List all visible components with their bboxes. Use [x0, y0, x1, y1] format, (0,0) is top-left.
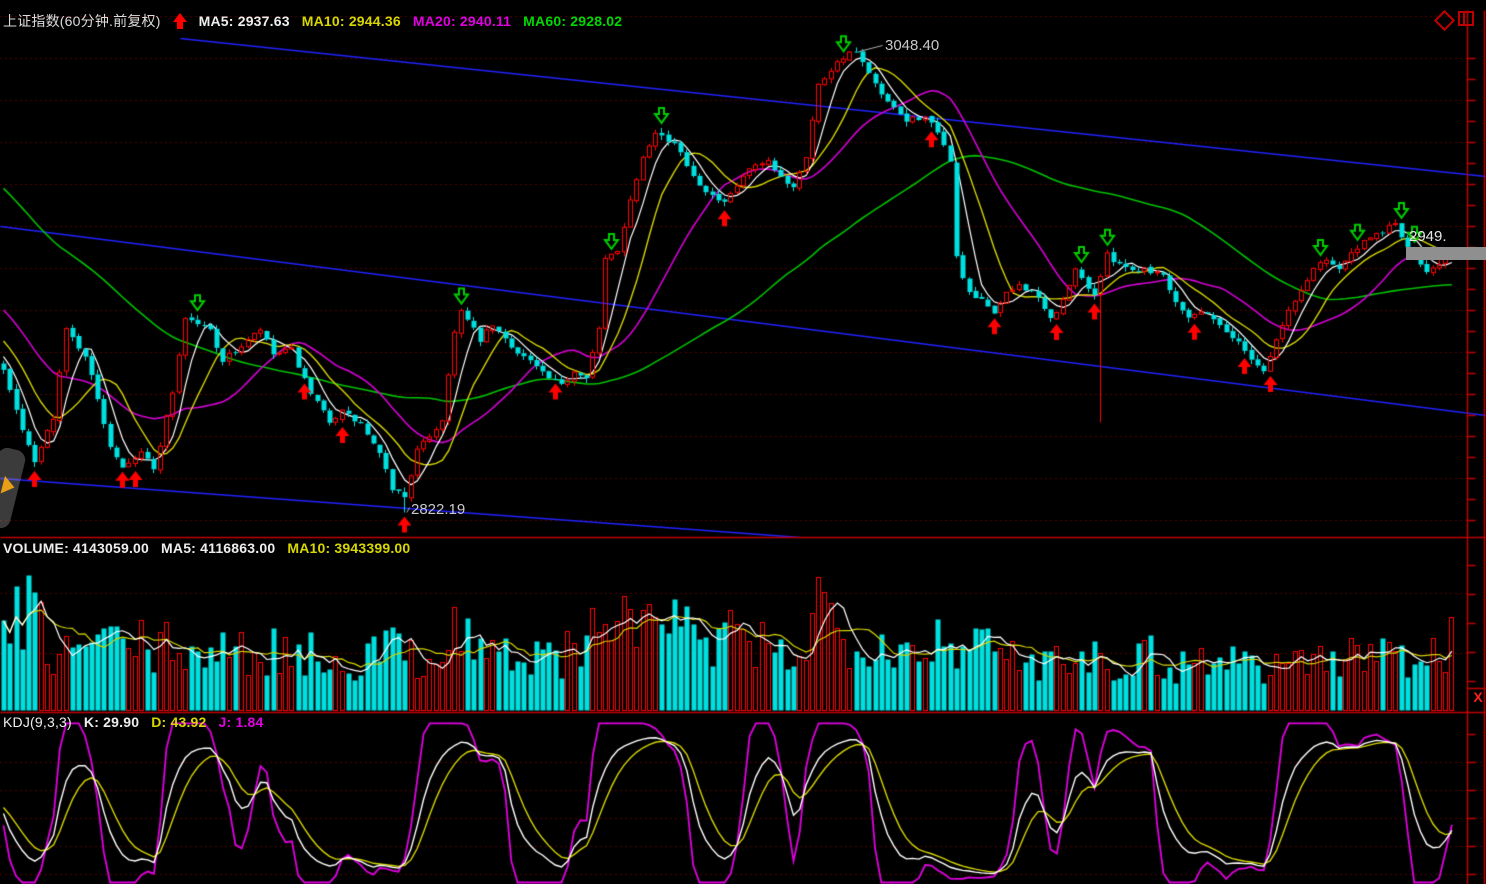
volume-value: VOLUME: 4143059.00 [3, 540, 149, 556]
up-arrow-icon [173, 13, 187, 29]
ma10-value: MA10: 2944.36 [302, 13, 401, 29]
expand-arrow-icon [1, 476, 17, 496]
high-price-annotation: 3048.40 [885, 37, 939, 54]
kdj-j-value: J: 1.84 [219, 714, 264, 730]
ma5-value: MA5: 2937.63 [199, 13, 290, 29]
last-price-label: 2949. [1409, 228, 1447, 245]
kdj-k-value: K: 29.90 [84, 714, 139, 730]
volume-ma10-value: MA10: 3943399.00 [287, 540, 410, 556]
chart-canvas[interactable] [0, 0, 1486, 884]
current-price-tag [1406, 247, 1486, 260]
kdj-panel-header: KDJ(9,3,3) K: 29.90 D: 43.92 J: 1.84 [3, 714, 264, 730]
ma20-value: MA20: 2940.11 [413, 13, 511, 29]
volume-panel-header: VOLUME: 4143059.00 MA5: 4116863.00 MA10:… [3, 540, 410, 556]
low-price-annotation: 2822.19 [411, 501, 465, 518]
trading-app-window: 上证指数(60分钟.前复权) MA5: 2937.63 MA10: 2944.3… [0, 0, 1486, 884]
main-chart-header: 上证指数(60分钟.前复权) MA5: 2937.63 MA10: 2944.3… [3, 11, 622, 31]
pane-divider-glyph [1463, 13, 1465, 24]
ma60-value: MA60: 2928.02 [523, 13, 622, 29]
close-indicator-button[interactable]: X [1470, 688, 1486, 706]
kdj-indicator-label: KDJ(9,3,3) [3, 714, 72, 730]
kdj-d-value: D: 43.92 [151, 714, 206, 730]
split-window-icon[interactable] [1458, 11, 1474, 26]
volume-ma5-value: MA5: 4116863.00 [161, 540, 275, 556]
instrument-title: 上证指数(60分钟.前复权) [3, 11, 161, 31]
